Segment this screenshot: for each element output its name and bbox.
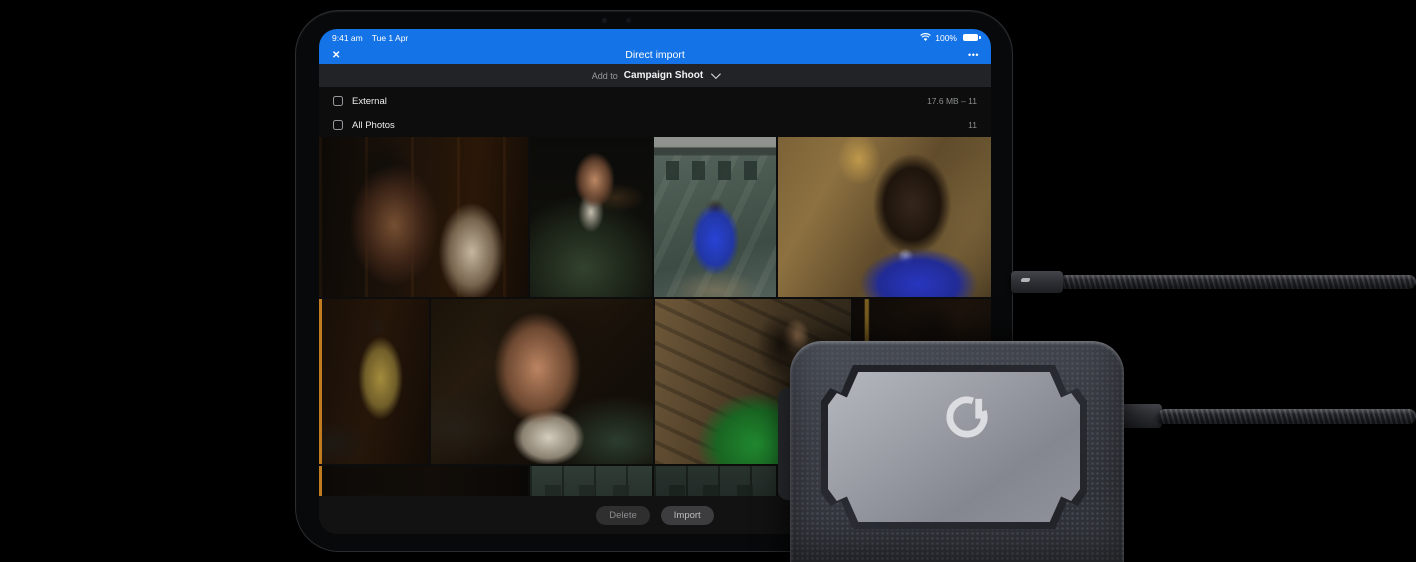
front-camera [602, 18, 607, 23]
g-drive-logo-icon [946, 396, 988, 438]
scene: 9:41 am Tue 1 Apr 100% ✕ Direct import •… [0, 0, 1416, 562]
app-header: ✕ Direct import ••• [319, 46, 991, 64]
battery-icon [963, 33, 981, 42]
battery-percent: 100% [935, 32, 957, 43]
photo-thumbnail[interactable] [319, 299, 429, 464]
usb-c-connector-ipad [1011, 271, 1063, 293]
close-icon[interactable]: ✕ [332, 50, 340, 61]
photo-thumbnail[interactable] [431, 299, 653, 464]
album-selector[interactable]: Campaign Shoot [624, 70, 703, 81]
source-row-external[interactable]: External 17.6 MB – 11 [319, 89, 991, 113]
source-row-all-photos[interactable]: All Photos 11 [319, 113, 991, 137]
add-to-label: Add to [591, 70, 618, 81]
photo-grid-row-1 [319, 137, 991, 297]
chevron-down-icon [711, 69, 722, 80]
connector-logo-mark [1020, 278, 1031, 282]
photo-thumbnail[interactable] [654, 137, 776, 297]
import-button[interactable]: Import [660, 505, 714, 525]
external-checkbox[interactable] [333, 96, 343, 106]
source-label: External [352, 95, 387, 107]
status-bar: 9:41 am Tue 1 Apr 100% [319, 29, 991, 46]
add-to-bar[interactable]: Add to Campaign Shoot [319, 64, 991, 87]
source-meta: 11 [968, 120, 977, 130]
date: Tue 1 Apr [371, 32, 409, 43]
cable-to-drive [1158, 409, 1416, 424]
source-label: All Photos [352, 119, 395, 131]
clock: 9:41 am [332, 32, 363, 43]
all-photos-checkbox[interactable] [333, 120, 343, 130]
photo-thumbnail[interactable] [778, 137, 991, 297]
cable-to-ipad [1059, 275, 1416, 289]
wifi-icon [920, 33, 932, 41]
more-options-icon[interactable]: ••• [968, 50, 979, 60]
external-ssd-drive [790, 341, 1124, 562]
source-meta: 17.6 MB – 11 [927, 96, 977, 106]
photo-thumbnail[interactable] [530, 137, 652, 297]
page-title: Direct import [625, 49, 685, 61]
delete-button[interactable]: Delete [596, 505, 650, 525]
photo-thumbnail[interactable] [319, 137, 528, 297]
